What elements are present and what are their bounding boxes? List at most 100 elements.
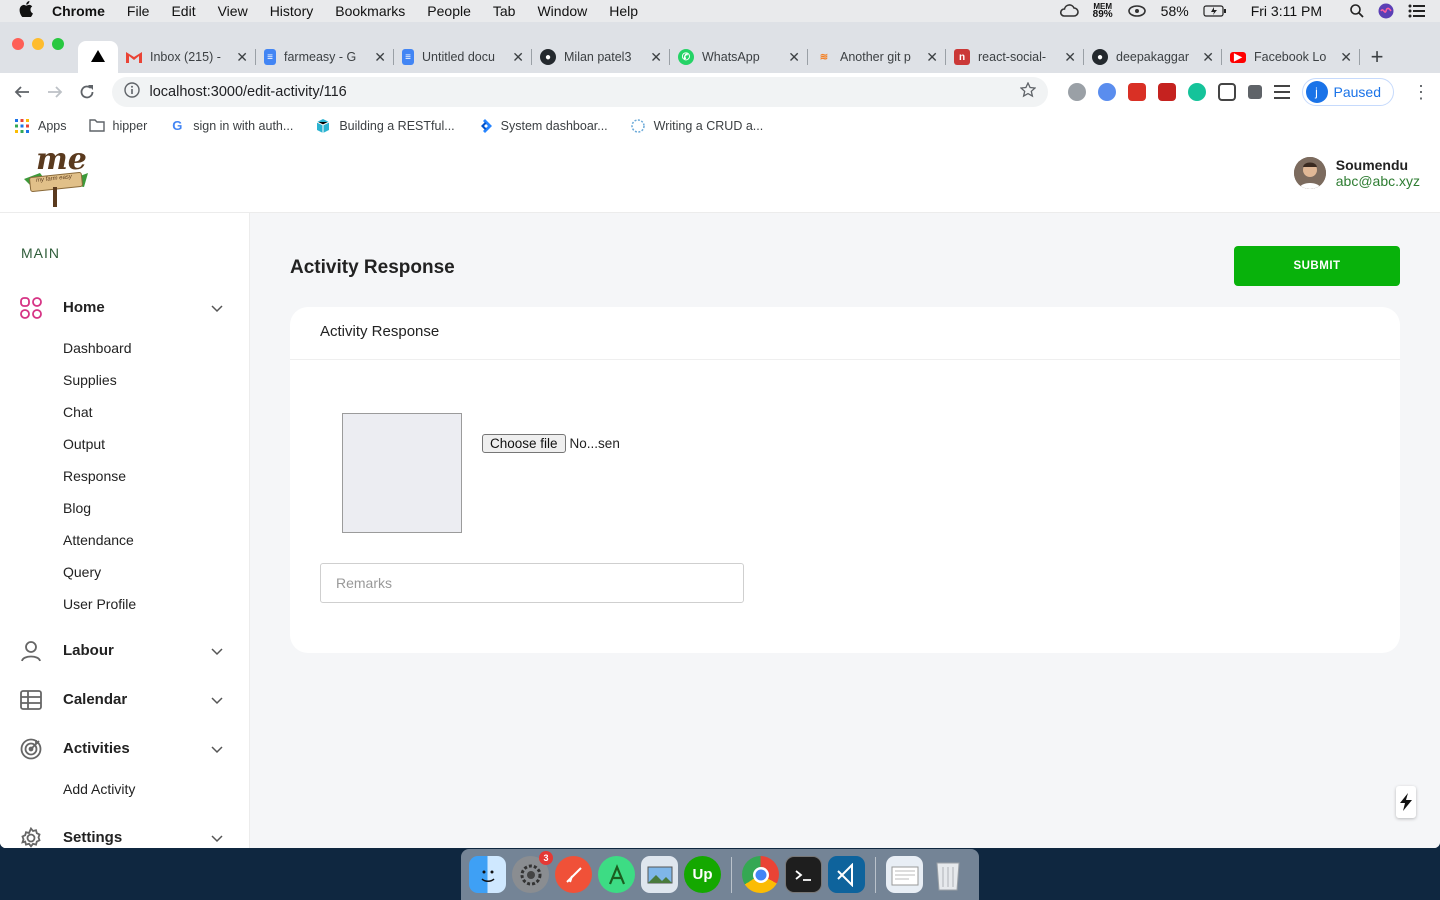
menu-help[interactable]: Help (598, 3, 649, 19)
tab-stackoverflow[interactable]: ≋ Another git p ✕ (808, 41, 946, 73)
chevron-down-icon[interactable] (211, 694, 223, 706)
memory-status[interactable]: MEM 89% (1093, 3, 1113, 20)
tab-github-milan[interactable]: ● Milan patel3 ✕ (532, 41, 670, 73)
chevron-down-icon[interactable] (211, 832, 223, 844)
sidebar-item-add-activity[interactable]: Add Activity (0, 773, 249, 805)
tab-docs-farmeasy[interactable]: ≡ farmeasy - G ✕ (256, 41, 394, 73)
sidebar-group-calendar[interactable]: Calendar (0, 675, 249, 724)
trash-icon[interactable] (929, 856, 966, 893)
sidebar-item-supplies[interactable]: Supplies (0, 364, 249, 396)
close-window-button[interactable] (12, 38, 24, 50)
bookmark-system-dashboard[interactable]: System dashboar... (477, 118, 608, 134)
file-input[interactable]: Choose file No...sen (482, 434, 620, 453)
sidebar-item-output[interactable]: Output (0, 428, 249, 460)
forward-arrow-icon[interactable] (43, 78, 68, 106)
back-arrow-icon[interactable] (10, 78, 35, 106)
sidebar-group-home[interactable]: Home (0, 283, 249, 332)
menu-tab[interactable]: Tab (482, 3, 527, 19)
remarks-input[interactable] (320, 563, 744, 603)
chevron-down-icon[interactable] (211, 645, 223, 657)
close-icon[interactable]: ✕ (1340, 49, 1352, 66)
tab-active[interactable] (78, 41, 118, 73)
extension-cors-icon[interactable] (1157, 83, 1176, 101)
reload-icon[interactable] (75, 78, 100, 106)
bookmark-restful[interactable]: Building a RESTful... (315, 118, 455, 134)
zoom-window-button[interactable] (52, 38, 64, 50)
extension-blue-icon[interactable] (1097, 83, 1116, 101)
bookmark-hipper[interactable]: hipper (88, 118, 147, 134)
puzzle-extensions-icon[interactable] (1247, 85, 1262, 99)
grammarly-icon[interactable] (1187, 83, 1206, 101)
menu-window[interactable]: Window (526, 3, 598, 19)
tab-youtube[interactable]: ▶ Facebook Lo ✕ (1222, 41, 1360, 73)
sidebar-group-activities[interactable]: Activities (0, 724, 249, 773)
battery-charging-icon[interactable] (1203, 5, 1227, 17)
bookmark-crud[interactable]: Writing a CRUD a... (630, 118, 763, 134)
spotlight-search-icon[interactable] (1350, 4, 1364, 18)
sidebar-item-query[interactable]: Query (0, 556, 249, 588)
menu-file[interactable]: File (116, 3, 161, 19)
minimize-window-button[interactable] (32, 38, 44, 50)
more-menu-icon[interactable]: ⋮ (1412, 82, 1430, 103)
system-preferences-icon[interactable]: 3 (512, 851, 553, 893)
menu-app-name[interactable]: Chrome (52, 3, 116, 19)
sidebar-group-labour[interactable]: Labour (0, 626, 249, 675)
menu-view[interactable]: View (207, 3, 259, 19)
sidebar-group-settings[interactable]: Settings (0, 813, 249, 848)
submit-button[interactable]: SUBMIT (1234, 246, 1400, 286)
bookmark-google-auth[interactable]: G sign in with auth... (169, 118, 293, 134)
info-icon[interactable] (123, 82, 140, 102)
tab-whatsapp[interactable]: ✆ WhatsApp ✕ (670, 41, 808, 73)
apple-icon[interactable] (0, 1, 52, 21)
menu-history[interactable]: History (259, 3, 325, 19)
new-tab-button[interactable]: + (1360, 41, 1394, 73)
choose-file-button[interactable]: Choose file (482, 434, 566, 453)
close-icon[interactable]: ✕ (374, 49, 386, 66)
tab-docs-untitled[interactable]: ≡ Untitled docu ✕ (394, 41, 532, 73)
close-icon[interactable]: ✕ (926, 49, 938, 66)
menu-people[interactable]: People (416, 3, 482, 19)
tab-github-deepak[interactable]: ● deepakaggar ✕ (1084, 41, 1222, 73)
close-icon[interactable]: ✕ (650, 49, 662, 66)
close-icon[interactable]: ✕ (1202, 49, 1214, 66)
bookmark-apps[interactable]: Apps (14, 118, 67, 134)
extension-chat-icon[interactable] (1067, 83, 1086, 101)
close-icon[interactable]: ✕ (512, 49, 524, 66)
terminal-icon[interactable] (785, 856, 822, 893)
url-text[interactable]: localhost:3000/edit-activity/116 (150, 84, 1010, 100)
menu-bookmarks[interactable]: Bookmarks (324, 3, 416, 19)
extension-red-icon[interactable] (1127, 83, 1146, 101)
user-profile[interactable]: Soumendu abc@abc.xyz (1293, 156, 1420, 189)
cast-icon[interactable] (1127, 4, 1147, 18)
close-icon[interactable]: ✕ (1064, 49, 1076, 66)
cloud-icon[interactable] (1059, 4, 1079, 18)
upwork-icon[interactable]: Up (684, 856, 721, 893)
reading-list-icon[interactable] (1273, 85, 1290, 99)
bookmark-star-icon[interactable] (1018, 81, 1037, 102)
sidebar-item-dashboard[interactable]: Dashboard (0, 332, 249, 364)
sidebar-item-chat[interactable]: Chat (0, 396, 249, 428)
tab-npm[interactable]: n react-social- ✕ (946, 41, 1084, 73)
clock[interactable]: Fri 3:11 PM (1251, 3, 1322, 19)
close-icon[interactable]: ✕ (788, 49, 800, 66)
android-studio-icon[interactable] (598, 856, 635, 893)
swift-playgrounds-icon[interactable] (555, 856, 592, 893)
finder-icon[interactable] (469, 856, 506, 893)
siri-icon[interactable] (1378, 3, 1394, 19)
downloads-folder-icon[interactable] (886, 856, 923, 893)
sidebar-item-user-profile[interactable]: User Profile (0, 588, 249, 620)
chevron-down-icon[interactable] (211, 743, 223, 755)
sidebar-item-response[interactable]: Response (0, 460, 249, 492)
menu-edit[interactable]: Edit (160, 3, 206, 19)
notification-center-icon[interactable] (1408, 4, 1426, 18)
chevron-down-icon[interactable] (211, 302, 223, 314)
address-bar[interactable]: localhost:3000/edit-activity/116 (111, 77, 1048, 107)
sidebar-item-attendance[interactable]: Attendance (0, 524, 249, 556)
profile-button[interactable]: j Paused (1301, 78, 1394, 106)
lightning-bolt-icon[interactable] (1396, 786, 1416, 818)
screenshot-icon[interactable] (1217, 83, 1236, 101)
tab-gmail[interactable]: Inbox (215) - ✕ (118, 41, 256, 73)
preview-icon[interactable] (641, 856, 678, 893)
sidebar-item-blog[interactable]: Blog (0, 492, 249, 524)
close-icon[interactable]: ✕ (236, 49, 248, 66)
